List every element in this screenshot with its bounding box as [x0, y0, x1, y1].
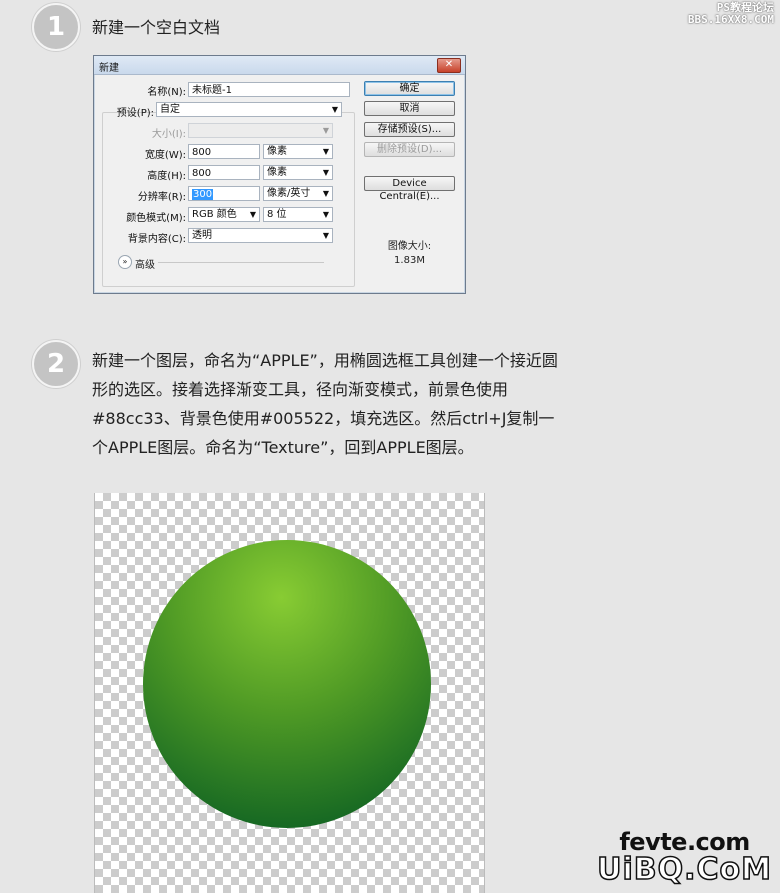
resolution-value: 300 [192, 189, 214, 200]
resolution-field[interactable]: 300 [188, 186, 260, 201]
chevron-down-icon: ▼ [322, 126, 329, 135]
step-2-text: 新建一个图层，命名为“APPLE”，用椭圆选框工具创建一个接近圆形的选区。接着选… [92, 351, 558, 457]
resolution-unit-select[interactable]: 像素/英寸 ▼ [263, 186, 333, 201]
size-select: ▼ [188, 123, 333, 138]
save-preset-button[interactable]: 存储预设(S)... [364, 122, 455, 137]
resolution-unit: 像素/英寸 [267, 188, 311, 199]
watermark-line2: BBS.16XX8.COM [687, 13, 774, 26]
color-mode-value: RGB 颜色 [192, 209, 237, 220]
dialog-title: 新建 [99, 63, 119, 74]
watermark-top: PS教程论坛 BBS.16XX8.COM [688, 2, 774, 26]
cancel-button[interactable]: 取消 [364, 101, 455, 116]
close-icon[interactable]: ✕ [437, 58, 461, 73]
step-1-title: 新建一个空白文档 [92, 18, 221, 37]
advanced-divider [158, 262, 324, 263]
bit-depth-value: 8 位 [267, 209, 287, 220]
bit-depth-select[interactable]: 8 位 ▼ [263, 207, 333, 222]
height-unit-select[interactable]: 像素 ▼ [263, 165, 333, 180]
transparent-canvas [94, 493, 485, 893]
preset-value: 自定 [160, 104, 180, 115]
chevron-down-icon: ▼ [322, 189, 329, 198]
width-unit: 像素 [267, 146, 287, 157]
color-mode-select[interactable]: RGB 颜色 ▼ [188, 207, 260, 222]
delete-preset-button: 删除预设(D)... [364, 142, 455, 157]
image-size-label: 图像大小: [387, 241, 432, 252]
chevron-down-icon: ▼ [322, 168, 329, 177]
height-field[interactable]: 800 [188, 165, 260, 180]
new-document-dialog: 新建 ✕ 名称(N): 未标题-1 预设(P): 自定 ▼ 大小(I): ▼ 宽度… [93, 55, 466, 294]
height-unit: 像素 [267, 167, 287, 178]
chevron-down-icon: ▼ [331, 105, 338, 114]
size-label: 大小(I): [151, 129, 186, 140]
width-field[interactable]: 800 [188, 144, 260, 159]
width-label: 宽度(W): [144, 150, 186, 161]
device-central-button[interactable]: Device Central(E)... [364, 176, 455, 202]
chevron-down-icon: ▼ [322, 210, 329, 219]
background-label: 背景内容(C): [127, 234, 186, 245]
logo-line2: UiBQ.CoM [596, 852, 772, 887]
name-field[interactable]: 未标题-1 [188, 82, 350, 97]
chevron-down-icon: ▼ [249, 210, 256, 219]
preset-select[interactable]: 自定 ▼ [156, 102, 342, 117]
background-value: 透明 [192, 230, 212, 241]
apple-sphere [143, 540, 431, 828]
width-unit-select[interactable]: 像素 ▼ [263, 144, 333, 159]
image-size-value: 1.83M [394, 255, 425, 266]
background-select[interactable]: 透明 ▼ [188, 228, 333, 243]
name-label: 名称(N): [147, 87, 186, 98]
step-number-2: 2 [32, 340, 80, 388]
site-logo: fevte.com UiBQ.CoM [596, 829, 772, 887]
chevron-down-icon: ▼ [322, 231, 329, 240]
dialog-titlebar: 新建 ✕ [94, 56, 465, 75]
resolution-label: 分辨率(R): [137, 192, 186, 203]
advanced-toggle-icon[interactable]: » [118, 255, 132, 269]
ok-button[interactable]: 确定 [364, 81, 455, 96]
advanced-label: 高级 [135, 260, 155, 271]
preset-label: 预设(P): [116, 108, 154, 119]
height-label: 高度(H): [147, 171, 186, 182]
step-number-1: 1 [32, 3, 80, 51]
chevron-down-icon: ▼ [322, 147, 329, 156]
color-mode-label: 颜色模式(M): [126, 213, 186, 224]
